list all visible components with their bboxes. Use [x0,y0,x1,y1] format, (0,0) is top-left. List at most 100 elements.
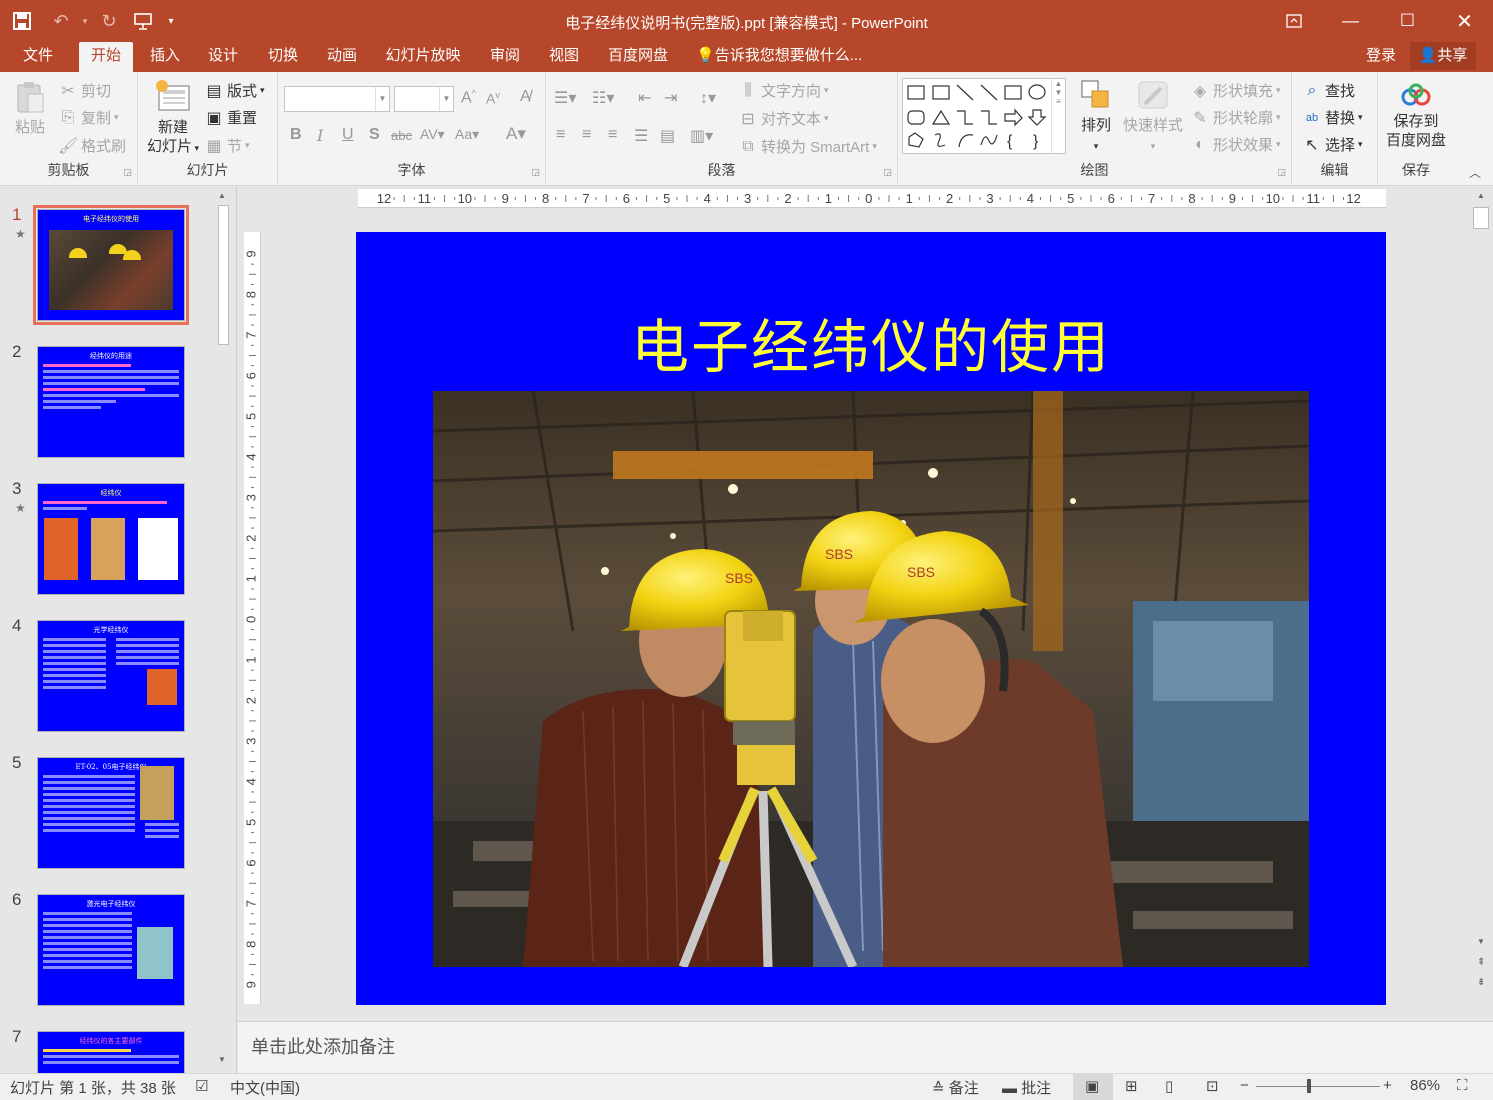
clipboard-launcher-icon[interactable]: ◲ [123,167,132,178]
language-indicator[interactable]: 中文(中国) [230,1077,300,1098]
decrease-indent-icon[interactable]: ⇤ [638,88,651,108]
cut-button[interactable]: ✂ 剪切 [58,80,111,101]
bold-icon[interactable]: B [290,126,302,144]
find-button[interactable]: ⌕ 查找 [1302,80,1356,101]
replace-button[interactable]: ab 替换 ▾ [1302,107,1363,128]
tab-home[interactable]: 开始 [79,42,133,72]
close-icon[interactable]: ✕ [1436,0,1493,42]
italic-icon[interactable]: I [317,126,323,145]
tab-slideshow[interactable]: 幻灯片放映 [378,42,468,72]
tab-file[interactable]: 文件 [10,42,66,72]
section-button[interactable]: ▦ 节 ▾ [204,135,249,156]
copy-button[interactable]: ⎘ 复制 ▾ [58,107,119,128]
save-to-baidu-button[interactable]: 保存到 百度网盘 [1382,82,1450,150]
scroll-down-icon[interactable]: ▼ [218,1055,226,1064]
thumbnail-slide-5[interactable]: ET-02、05电子经纬仪 [37,757,185,869]
collapse-ribbon-icon[interactable]: ︿ [1469,164,1481,181]
format-painter-button[interactable]: 🖌 格式刷 [58,135,126,156]
zoom-slider-handle[interactable] [1307,1079,1312,1093]
zoom-level[interactable]: 86% [1410,1077,1440,1094]
change-case-icon[interactable]: Aa▾ [455,126,479,143]
paste-button[interactable]: 粘贴 [8,80,52,137]
spelling-icon[interactable]: ☑ [195,1077,208,1095]
align-center-icon[interactable]: ≡ [582,126,591,144]
font-size-combobox[interactable]: ▼ [394,86,454,112]
select-button[interactable]: ↖ 选择 ▾ [1302,134,1362,155]
new-slide-button[interactable]: 新建 幻灯片 ▾ [142,78,204,158]
tell-me-search[interactable]: 💡告诉我您想要做什么... [696,42,862,72]
tab-view[interactable]: 视图 [539,42,589,72]
slide-photo[interactable]: SBS SBS SBS [433,391,1309,967]
convert-smartart-button[interactable]: ⧉ 转换为 SmartArt ▾ [738,136,877,157]
tab-insert[interactable]: 插入 [140,42,190,72]
comments-toggle-button[interactable]: ▬ 批注 [1002,1077,1051,1098]
zoom-in-icon[interactable]: + [1383,1077,1392,1094]
gallery-scroll[interactable]: ▲ ▼ ≡ [1051,79,1065,153]
shape-effects-button[interactable]: ◐ 形状效果 ▾ [1190,134,1280,155]
tab-review[interactable]: 审阅 [480,42,530,72]
thumbnail-slide-7[interactable]: 经纬仪的各主要部件 [37,1031,185,1073]
quick-styles-button[interactable]: 快速样式 ▾ [1120,78,1186,156]
align-text-button[interactable]: ⊟ 对齐文本 ▾ [738,108,828,129]
thumbnail-slide-1[interactable]: 电子经纬仪的使用 [33,205,189,325]
tab-baidu-netdisk[interactable]: 百度网盘 [600,42,676,72]
thumbnail-slide-4[interactable]: 光学经纬仪 [37,620,185,732]
thumbnails-scrollbar[interactable]: ▲ ▼ [215,187,232,1073]
shape-fill-button[interactable]: ◈ 形状填充 ▾ [1190,80,1281,101]
slide-vertical-scrollbar[interactable]: ▲ ▼ ⇞ ⇟ [1472,189,1490,999]
font-name-combobox[interactable]: ▼ [284,86,390,112]
scroll-down-icon[interactable]: ▼ [1477,937,1485,946]
scroll-up-icon[interactable]: ▲ [218,191,226,200]
slide-title[interactable]: 电子经纬仪的使用 [356,300,1386,384]
align-left-icon[interactable]: ≡ [556,126,565,144]
font-launcher-icon[interactable]: ◲ [531,167,540,178]
line-spacing-icon[interactable]: ↕▾ [700,88,716,108]
scrollbar-thumb[interactable] [218,205,229,345]
next-slide-icon[interactable]: ⇟ [1477,977,1485,988]
normal-view-button[interactable]: ▣ [1073,1074,1113,1100]
zoom-out-icon[interactable]: − [1240,1077,1249,1094]
text-direction-button[interactable]: ⫼ 文字方向 ▾ [738,80,828,101]
thumbnail-slide-2[interactable]: 经纬仪的用途 [37,346,185,458]
font-color-icon[interactable]: A▾ [506,124,526,144]
notes-placeholder[interactable]: 单击此处添加备注 [251,1033,395,1059]
shapes-gallery[interactable]: {} ▲ ▼ ≡ [902,78,1066,154]
increase-indent-icon[interactable]: ⇥ [664,88,677,108]
scrollbar-thumb[interactable] [1473,207,1489,229]
strikethrough-icon[interactable]: abc [391,128,412,143]
arrange-button[interactable]: 排列 ▾ [1072,78,1120,156]
thumbnail-slide-6[interactable]: 激光电子经纬仪 [37,894,185,1006]
notes-toggle-button[interactable]: ≙ 备注 [932,1077,979,1098]
underline-icon[interactable]: U [342,126,354,144]
zoom-slider[interactable] [1256,1079,1380,1093]
thumbnail-slide-3[interactable]: 经纬仪 [37,483,185,595]
columns-icon[interactable]: ▥▾ [690,126,713,146]
layout-button[interactable]: ▤ 版式 ▾ [204,80,264,101]
fit-to-window-icon[interactable]: ⛶ [1457,1077,1468,1094]
login-link[interactable]: 登录 [1366,42,1396,70]
previous-slide-icon[interactable]: ⇞ [1477,957,1485,968]
drawing-launcher-icon[interactable]: ◲ [1277,167,1286,178]
numbering-icon[interactable]: ☷▾ [592,88,614,108]
reading-view-icon[interactable]: ▯ [1165,1077,1173,1095]
paragraph-launcher-icon[interactable]: ◲ [883,167,892,178]
bullets-icon[interactable]: ☰▾ [554,88,576,108]
grow-font-icon[interactable]: A^ [461,88,476,107]
scroll-up-icon[interactable]: ▲ [1477,191,1485,200]
clear-formatting-icon[interactable]: A̸ [520,88,531,106]
slideshow-icon[interactable]: ⊡ [1206,1077,1219,1095]
slide-sorter-icon[interactable]: ⊞ [1125,1077,1138,1095]
character-spacing-icon[interactable]: AV▾ [420,126,445,143]
tab-animations[interactable]: 动画 [317,42,367,72]
tab-transitions[interactable]: 切换 [258,42,308,72]
distributed-icon[interactable]: ▤ [660,126,675,146]
tab-design[interactable]: 设计 [198,42,248,72]
ribbon-display-options-icon[interactable] [1265,0,1322,42]
share-button[interactable]: 👤共享 [1410,42,1476,70]
maximize-icon[interactable]: ☐ [1379,0,1436,42]
minimize-icon[interactable]: — [1322,0,1379,42]
text-shadow-icon[interactable]: S [369,126,380,144]
align-right-icon[interactable]: ≡ [608,126,617,144]
justify-icon[interactable]: ☰ [634,126,648,146]
slide-canvas[interactable]: 电子经纬仪的使用 SBS SBS SBS [356,232,1386,1005]
